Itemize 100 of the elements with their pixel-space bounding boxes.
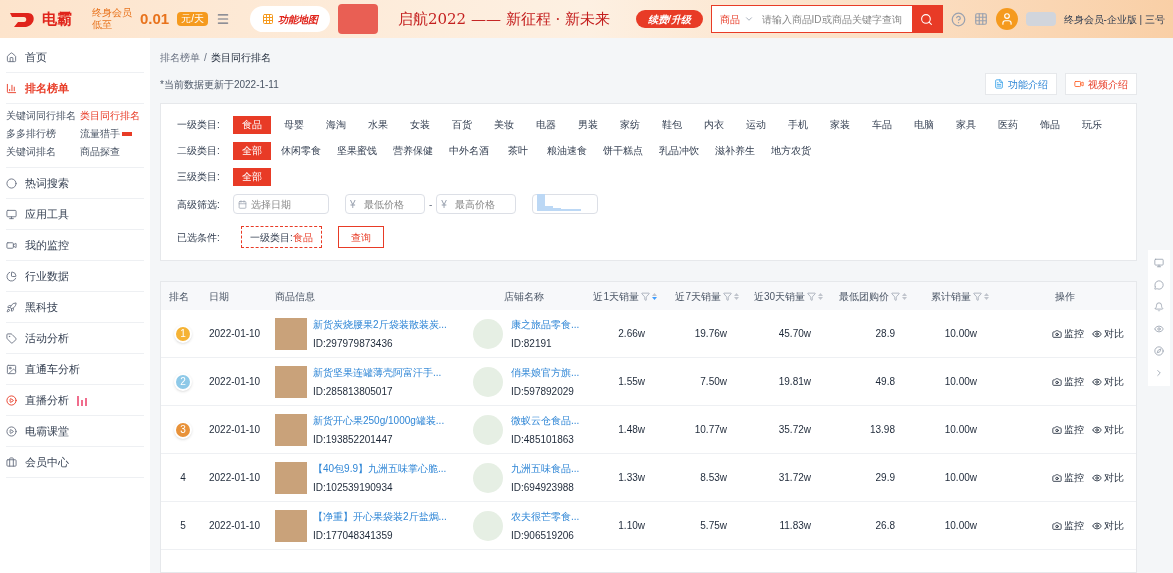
product-title-link[interactable]: 新货开心果250g/1000g罐装...	[313, 412, 445, 428]
search-field[interactable]: 商品 请输入商品ID或商品关键字查询	[710, 5, 943, 33]
toolbar-icon[interactable]	[1154, 258, 1164, 268]
sidebar-item[interactable]: 应用工具	[6, 199, 144, 229]
sidebar-item[interactable]: 直播分析	[6, 385, 144, 415]
category-option[interactable]: 茶叶	[499, 142, 537, 160]
category-option[interactable]: 家装	[821, 116, 859, 134]
toolbar-icon[interactable]	[1154, 280, 1164, 290]
monitor-button[interactable]: 监控	[1052, 422, 1084, 437]
sort-icon[interactable]	[818, 291, 823, 301]
compare-button[interactable]: 对比	[1092, 374, 1124, 389]
renew-button[interactable]: 续费/升级	[635, 10, 703, 28]
category-option[interactable]: 坚果蜜饯	[331, 142, 383, 160]
shop-name-link[interactable]: 微蚁云仓食品...	[511, 412, 580, 428]
compare-button[interactable]: 对比	[1092, 326, 1124, 341]
product-title-link[interactable]: 新货坚果连罐薄壳阿富汗手...	[313, 364, 442, 380]
category-option[interactable]: 玩乐	[1073, 116, 1111, 134]
sort-icon[interactable]	[652, 291, 657, 301]
compare-button[interactable]: 对比	[1092, 470, 1124, 485]
help-button[interactable]: 功能介绍	[985, 73, 1057, 95]
filter-icon[interactable]	[973, 291, 982, 301]
sidebar-item[interactable]: 排名榜单	[6, 73, 144, 103]
date-input[interactable]: 选择日期	[251, 196, 324, 212]
price-histogram[interactable]	[532, 194, 599, 214]
sidebar-subitem[interactable]: 关键词排名	[6, 144, 80, 159]
category-option[interactable]: 饼干糕点	[597, 142, 649, 160]
chosen-condition-tag[interactable]: 一级类目:食品	[241, 226, 322, 248]
monitor-button[interactable]: 监控	[1052, 518, 1084, 533]
product-title-link[interactable]: 【净重】开心果袋装2斤盐焗...	[313, 508, 447, 524]
category-option[interactable]: 饰品	[1031, 116, 1069, 134]
filter-icon[interactable]	[723, 291, 732, 301]
category-option[interactable]: 滋补养生	[709, 142, 761, 160]
sort-icon[interactable]	[984, 291, 989, 301]
filter-icon[interactable]	[807, 291, 816, 301]
toolbar-icon[interactable]	[1154, 368, 1164, 378]
category-option[interactable]: 母婴	[275, 116, 313, 134]
sort-icon[interactable]	[902, 291, 907, 301]
sidebar-item[interactable]: 活动分析	[6, 323, 144, 353]
category-option[interactable]: 中外名酒	[443, 142, 495, 160]
category-option[interactable]: 百货	[443, 116, 481, 134]
user-avatar[interactable]	[995, 8, 1018, 30]
search-input[interactable]: 请输入商品ID或商品关键字查询	[761, 11, 912, 27]
category-option[interactable]: 男装	[569, 116, 607, 134]
sidebar-item[interactable]: 电霸课堂	[6, 416, 144, 446]
category-option[interactable]: 内衣	[695, 116, 733, 134]
toolbar-icon[interactable]	[1154, 302, 1164, 312]
sidebar-item[interactable]: 会员中心	[6, 447, 144, 477]
search-scope-dropdown[interactable]: 商品	[711, 11, 762, 27]
filter-icon[interactable]	[891, 291, 900, 301]
category-option[interactable]: 乳品冲饮	[653, 142, 705, 160]
category-option[interactable]: 电器	[527, 116, 565, 134]
category-option[interactable]: 电脑	[905, 116, 943, 134]
shop-name-link[interactable]: 农夫很芒零食...	[511, 508, 580, 524]
category-option[interactable]: 鞋包	[653, 116, 691, 134]
category-option[interactable]: 地方农货	[765, 142, 817, 160]
category-option[interactable]: 全部	[233, 168, 271, 186]
toolbar-icon[interactable]	[1154, 324, 1164, 334]
category-option[interactable]: 水果	[359, 116, 397, 134]
max-price-input[interactable]: 最高价格	[454, 196, 512, 212]
monitor-button[interactable]: 监控	[1052, 374, 1084, 389]
shop-name-link[interactable]: 康之旅品零食...	[511, 316, 580, 332]
category-option[interactable]: 车品	[863, 116, 901, 134]
sidebar-subitem[interactable]: 流量猎手	[80, 126, 144, 141]
sidebar-item[interactable]: 首页	[6, 42, 144, 72]
category-option[interactable]: 海淘	[317, 116, 355, 134]
category-option[interactable]: 粮油速食	[541, 142, 593, 160]
filter-icon[interactable]	[641, 291, 650, 301]
sidebar-item[interactable]: 我的监控	[6, 230, 144, 260]
menu-icon[interactable]	[216, 12, 230, 26]
date-field[interactable]: 选择日期	[233, 194, 329, 214]
feature-map-button[interactable]: 功能地图	[250, 6, 330, 32]
compare-button[interactable]: 对比	[1092, 422, 1124, 437]
apps-grid-icon[interactable]	[973, 12, 988, 26]
sidebar-subitem[interactable]: 类目同行排名	[80, 108, 144, 123]
category-option[interactable]: 美妆	[485, 116, 523, 134]
help-button[interactable]: 视频介绍	[1065, 73, 1137, 95]
min-price-input[interactable]: 最低价格	[363, 196, 420, 212]
sidebar-item[interactable]: 黑科技	[6, 292, 144, 322]
category-option[interactable]: 食品	[233, 116, 271, 134]
category-option[interactable]: 运动	[737, 116, 775, 134]
sidebar-item[interactable]: 热词搜索	[6, 168, 144, 198]
category-option[interactable]: 家具	[947, 116, 985, 134]
category-option[interactable]: 营养保健	[387, 142, 439, 160]
compare-button[interactable]: 对比	[1092, 518, 1124, 533]
help-icon[interactable]	[950, 11, 966, 27]
product-title-link[interactable]: 新货炭烧腰果2斤袋装散装炭...	[313, 316, 447, 332]
query-button[interactable]: 查询	[337, 226, 384, 248]
category-option[interactable]: 女装	[401, 116, 439, 134]
shop-name-link[interactable]: 九洲五味食品...	[511, 460, 580, 476]
sort-icon[interactable]	[734, 291, 739, 301]
breadcrumb-item[interactable]: 排名榜单	[160, 50, 200, 65]
category-option[interactable]: 医药	[989, 116, 1027, 134]
search-button[interactable]	[911, 6, 942, 32]
product-title-link[interactable]: 【40包9.9】九洲五味掌心脆...	[313, 460, 447, 476]
sidebar-item[interactable]: 直通车分析	[6, 354, 144, 384]
category-option[interactable]: 全部	[233, 142, 271, 160]
monitor-button[interactable]: 监控	[1052, 470, 1084, 485]
category-option[interactable]: 手机	[779, 116, 817, 134]
monitor-button[interactable]: 监控	[1052, 326, 1084, 341]
sidebar-subitem[interactable]: 关键词同行排名	[6, 108, 80, 123]
